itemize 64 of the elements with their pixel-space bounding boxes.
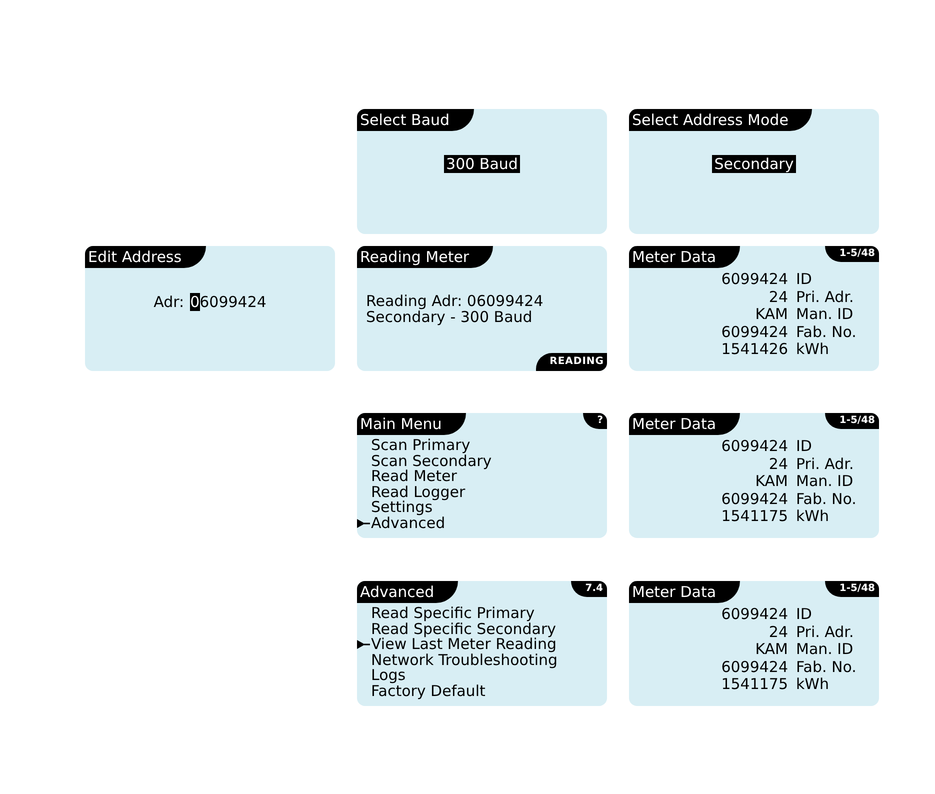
- menu-item[interactable]: Settings: [357, 500, 433, 516]
- reading-name: Fab. No.: [796, 490, 856, 508]
- menu-item[interactable]: Factory Default: [357, 684, 486, 700]
- reading-name: kWh: [796, 676, 830, 694]
- menu-item[interactable]: Read Specific Secondary: [357, 622, 556, 638]
- reading-value: 6099424: [721, 606, 788, 624]
- reading-value: 6099424: [721, 324, 788, 341]
- menu-item[interactable]: Advanced: [357, 516, 446, 532]
- address-label: Adr:: [154, 293, 184, 311]
- page-indicator: 1-5/48: [825, 413, 879, 429]
- reading-name: kWh: [796, 341, 830, 358]
- reading-name: Pri. Adr.: [796, 288, 854, 306]
- screen-title: Meter Data: [629, 246, 740, 268]
- selected-option[interactable]: 300 Baud: [444, 155, 520, 173]
- reading-value: KAM: [755, 641, 788, 658]
- reading-name: kWh: [796, 508, 830, 526]
- status-line: Secondary - 300 Baud: [366, 309, 532, 325]
- menu-item[interactable]: Network Troubleshooting: [357, 652, 558, 668]
- status-badge: READING: [536, 353, 607, 371]
- reading-name: Pri. Adr.: [796, 456, 854, 473]
- status-line: Reading Adr: 06099424: [366, 293, 544, 309]
- reading-value: 1541175: [721, 508, 788, 526]
- page-indicator: 7.4: [571, 581, 607, 597]
- menu-item[interactable]: Read Logger: [357, 484, 466, 500]
- reading-name: Fab. No.: [796, 324, 856, 341]
- screen-title: Meter Data: [629, 413, 740, 435]
- menu-item[interactable]: View Last Meter Reading: [357, 637, 556, 653]
- reading-name: ID: [796, 271, 812, 288]
- reading-value: 6099424: [721, 438, 788, 456]
- screen-title: Edit Address: [85, 246, 206, 268]
- reading-value: 1541426: [721, 341, 788, 358]
- reading-name: Fab. No.: [796, 658, 856, 676]
- menu-item[interactable]: Read Specific Primary: [357, 606, 535, 622]
- reading-value: 6099424: [721, 658, 788, 676]
- address-digits[interactable]: 6099424: [200, 293, 266, 311]
- menu-item[interactable]: Scan Primary: [357, 438, 470, 454]
- menu-item[interactable]: Logs: [357, 668, 406, 684]
- cursor-digit[interactable]: 0: [190, 293, 200, 311]
- screen-title: Main Menu: [357, 413, 466, 435]
- reading-value: KAM: [755, 473, 788, 490]
- reading-name: Man. ID: [796, 306, 854, 324]
- selected-option[interactable]: Secondary: [712, 155, 796, 173]
- page-indicator: 1-5/48: [825, 246, 879, 262]
- reading-value: 24: [768, 624, 788, 641]
- screen-title: Select Address Mode: [629, 109, 812, 131]
- reading-name: Pri. Adr.: [796, 624, 854, 641]
- menu-item[interactable]: Scan Secondary: [357, 454, 492, 470]
- screen-title: Reading Meter: [357, 246, 494, 268]
- reading-value: 24: [768, 288, 788, 306]
- page-indicator: ?: [583, 413, 607, 429]
- page-indicator: 1-5/48: [825, 581, 879, 597]
- reading-value: KAM: [755, 306, 788, 324]
- reading-name: Man. ID: [796, 473, 854, 490]
- reading-value: 6099424: [721, 271, 788, 288]
- menu-item[interactable]: Read Meter: [357, 469, 457, 485]
- reading-value: 24: [768, 456, 788, 473]
- screen-title: Select Baud: [357, 109, 474, 131]
- screen-title: Meter Data: [629, 581, 740, 603]
- reading-value: 6099424: [721, 490, 788, 508]
- screen-title: Advanced: [357, 581, 458, 603]
- reading-name: Man. ID: [796, 641, 854, 658]
- reading-name: ID: [796, 438, 812, 456]
- reading-name: ID: [796, 606, 812, 624]
- reading-value: 1541175: [721, 676, 788, 694]
